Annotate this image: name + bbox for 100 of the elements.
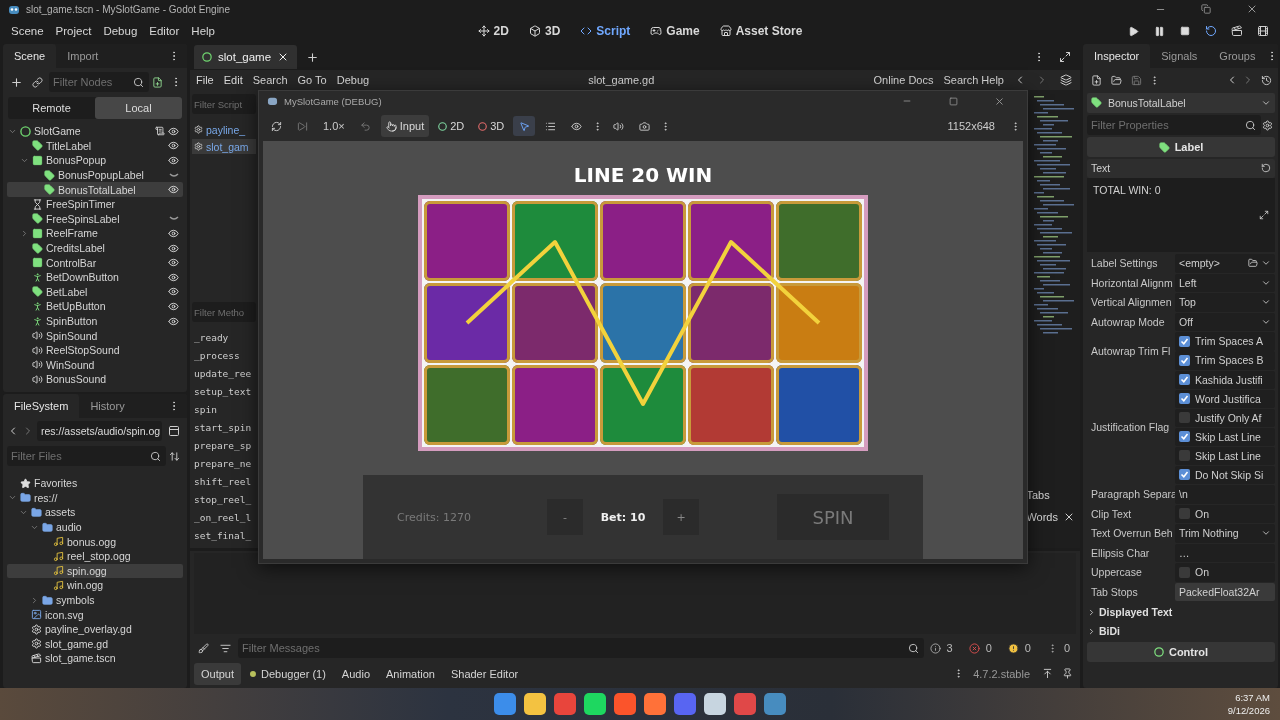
checkbox[interactable] bbox=[1179, 469, 1190, 481]
scene-tree-item[interactable]: BetUpButton bbox=[7, 299, 183, 314]
method-item[interactable]: prepare_sp bbox=[192, 438, 256, 454]
file-tree-item[interactable]: spin.ogg bbox=[7, 563, 183, 579]
menu-item[interactable]: Scene bbox=[6, 23, 49, 39]
scene-tree-item[interactable]: ReelFrame bbox=[7, 226, 183, 241]
scene-tree-item[interactable]: BetDownButton bbox=[7, 269, 183, 285]
file-tree-item[interactable]: symbols bbox=[7, 592, 183, 608]
section-header[interactable]: Control bbox=[1087, 641, 1275, 662]
menu-item[interactable]: Debug bbox=[336, 74, 370, 86]
scene-tree-item[interactable]: TitleLabel bbox=[7, 138, 183, 154]
property-dropdown[interactable]: Top bbox=[1175, 293, 1275, 312]
mode-button[interactable]: Input bbox=[380, 115, 430, 137]
find-option[interactable]: Words bbox=[1026, 511, 1058, 523]
property-field[interactable]: \n bbox=[1175, 485, 1275, 504]
file-tree-item[interactable]: payline_overlay.gd bbox=[7, 621, 183, 637]
eye-icon[interactable] bbox=[168, 242, 179, 254]
app-icon[interactable] bbox=[494, 693, 516, 715]
checkbox[interactable] bbox=[1179, 354, 1190, 366]
menu-item[interactable]: File bbox=[196, 74, 214, 86]
collapsed-section[interactable]: Displayed Text bbox=[1087, 603, 1275, 621]
bottom-panel-tab[interactable]: Animation bbox=[379, 662, 442, 685]
menu-item[interactable]: Debug bbox=[98, 23, 143, 39]
eye-icon[interactable] bbox=[168, 315, 179, 327]
help-link[interactable]: Online Docs bbox=[873, 74, 934, 86]
select-icon[interactable] bbox=[513, 116, 536, 136]
app-icon[interactable] bbox=[584, 693, 606, 715]
app-icon[interactable] bbox=[644, 693, 666, 715]
dock-tab[interactable]: Inspector bbox=[1083, 44, 1151, 68]
workspace-tab[interactable]: Asset Store bbox=[712, 21, 810, 41]
property-field[interactable]: … bbox=[1175, 543, 1275, 562]
filter-input[interactable]: Filter Metho bbox=[192, 302, 256, 322]
node-selector[interactable]: BonusTotalLabel bbox=[1087, 92, 1275, 113]
menu-item[interactable]: Help bbox=[186, 23, 220, 39]
find-option[interactable]: Tabs bbox=[1026, 489, 1050, 501]
dock-tab[interactable]: Groups bbox=[1208, 44, 1267, 68]
bottom-panel-tab[interactable]: Output bbox=[194, 662, 242, 685]
eye-icon[interactable] bbox=[168, 155, 179, 166]
checkbox[interactable] bbox=[1179, 393, 1190, 405]
checkbox-option[interactable]: Trim Spaces B bbox=[1175, 351, 1275, 370]
file-tree-item[interactable]: win.ogg bbox=[7, 578, 183, 593]
resource-picker[interactable]: <empty> bbox=[1175, 254, 1275, 273]
file-tree-item[interactable]: assets bbox=[7, 505, 183, 520]
expand-icon[interactable] bbox=[1259, 209, 1269, 220]
eye-icon[interactable] bbox=[168, 184, 179, 196]
method-item[interactable]: stop_reel_ bbox=[192, 492, 256, 508]
filter-input[interactable]: Filter Messages bbox=[238, 638, 924, 658]
dock-tab[interactable]: Scene bbox=[3, 44, 57, 68]
zoom-label[interactable]: 1.0× bbox=[317, 120, 351, 132]
checkbox-option[interactable]: Trim Spaces A bbox=[1175, 332, 1275, 351]
method-item[interactable]: _process bbox=[192, 348, 256, 364]
bet-down-button[interactable]: - bbox=[547, 499, 583, 535]
collapsed-section[interactable]: BiDi bbox=[1087, 622, 1275, 640]
property-dropdown[interactable]: Left bbox=[1175, 273, 1275, 292]
section-header[interactable]: Label bbox=[1087, 137, 1275, 157]
file-tree-item[interactable]: res:// bbox=[7, 490, 183, 506]
eye-icon[interactable] bbox=[168, 300, 179, 312]
mode-button[interactable]: 3D bbox=[473, 115, 510, 137]
mode-toggle[interactable]: Remote bbox=[8, 97, 95, 119]
file-tree-item[interactable]: reel_stop.ogg bbox=[7, 548, 183, 564]
dock-tab[interactable]: History bbox=[79, 394, 136, 418]
bet-up-button[interactable]: + bbox=[663, 499, 699, 535]
bottom-panel-tab[interactable]: Debugger (1) bbox=[243, 662, 333, 685]
scene-tree-item[interactable]: SpinButton bbox=[7, 313, 183, 329]
filter-input[interactable]: Filter Script bbox=[192, 94, 256, 114]
dock-tab[interactable]: FileSystem bbox=[3, 394, 80, 418]
eye-icon[interactable] bbox=[168, 271, 179, 283]
script-list-item[interactable]: payline_ bbox=[192, 122, 256, 137]
checkbox-option[interactable]: On bbox=[1175, 563, 1275, 582]
scene-tree-item[interactable]: BonusSound bbox=[7, 372, 183, 387]
message-counter[interactable]: 0 bbox=[1040, 638, 1076, 658]
scene-tree-item[interactable]: ControlBar bbox=[7, 255, 183, 270]
editor-tab[interactable]: slot_game bbox=[194, 45, 298, 69]
scene-tree-item[interactable]: SpinSound bbox=[7, 328, 183, 343]
method-item[interactable]: spin bbox=[192, 402, 256, 418]
scene-tree-item[interactable]: WinSound bbox=[7, 357, 183, 373]
method-item[interactable]: start_spin bbox=[192, 420, 256, 436]
workspace-tab[interactable]: Script bbox=[573, 21, 638, 41]
workspace-tab[interactable]: 3D bbox=[521, 21, 568, 41]
property-dropdown[interactable]: Trim Nothing bbox=[1175, 524, 1275, 543]
menu-item[interactable]: Editor bbox=[144, 23, 185, 39]
method-item[interactable]: update_ree bbox=[192, 366, 256, 382]
checkbox[interactable] bbox=[1179, 374, 1190, 386]
checkbox-option[interactable]: Kashida Justifi bbox=[1175, 370, 1275, 389]
help-link[interactable]: Search Help bbox=[943, 74, 1004, 86]
file-tree-item[interactable]: slot_game.gd bbox=[7, 636, 183, 652]
property-dropdown[interactable]: Off bbox=[1175, 312, 1275, 331]
menu-item[interactable]: Go To bbox=[297, 74, 327, 86]
app-icon[interactable] bbox=[704, 693, 726, 715]
method-item[interactable]: setup_text bbox=[192, 384, 256, 400]
eye-icon[interactable] bbox=[168, 286, 179, 298]
scene-tree-item[interactable]: BonusPopupLabel bbox=[7, 167, 183, 183]
eye-icon[interactable] bbox=[168, 125, 179, 137]
method-item[interactable]: _ready bbox=[192, 330, 256, 346]
checkbox[interactable] bbox=[1179, 412, 1190, 424]
workspace-tab[interactable]: Game bbox=[643, 21, 707, 41]
path-field[interactable]: res://assets/audio/spin.og bbox=[37, 421, 162, 441]
file-tree-item[interactable]: bonus.ogg bbox=[7, 534, 183, 549]
eye-icon[interactable] bbox=[168, 140, 179, 152]
scene-tree-item[interactable]: BetLabel bbox=[7, 284, 183, 300]
